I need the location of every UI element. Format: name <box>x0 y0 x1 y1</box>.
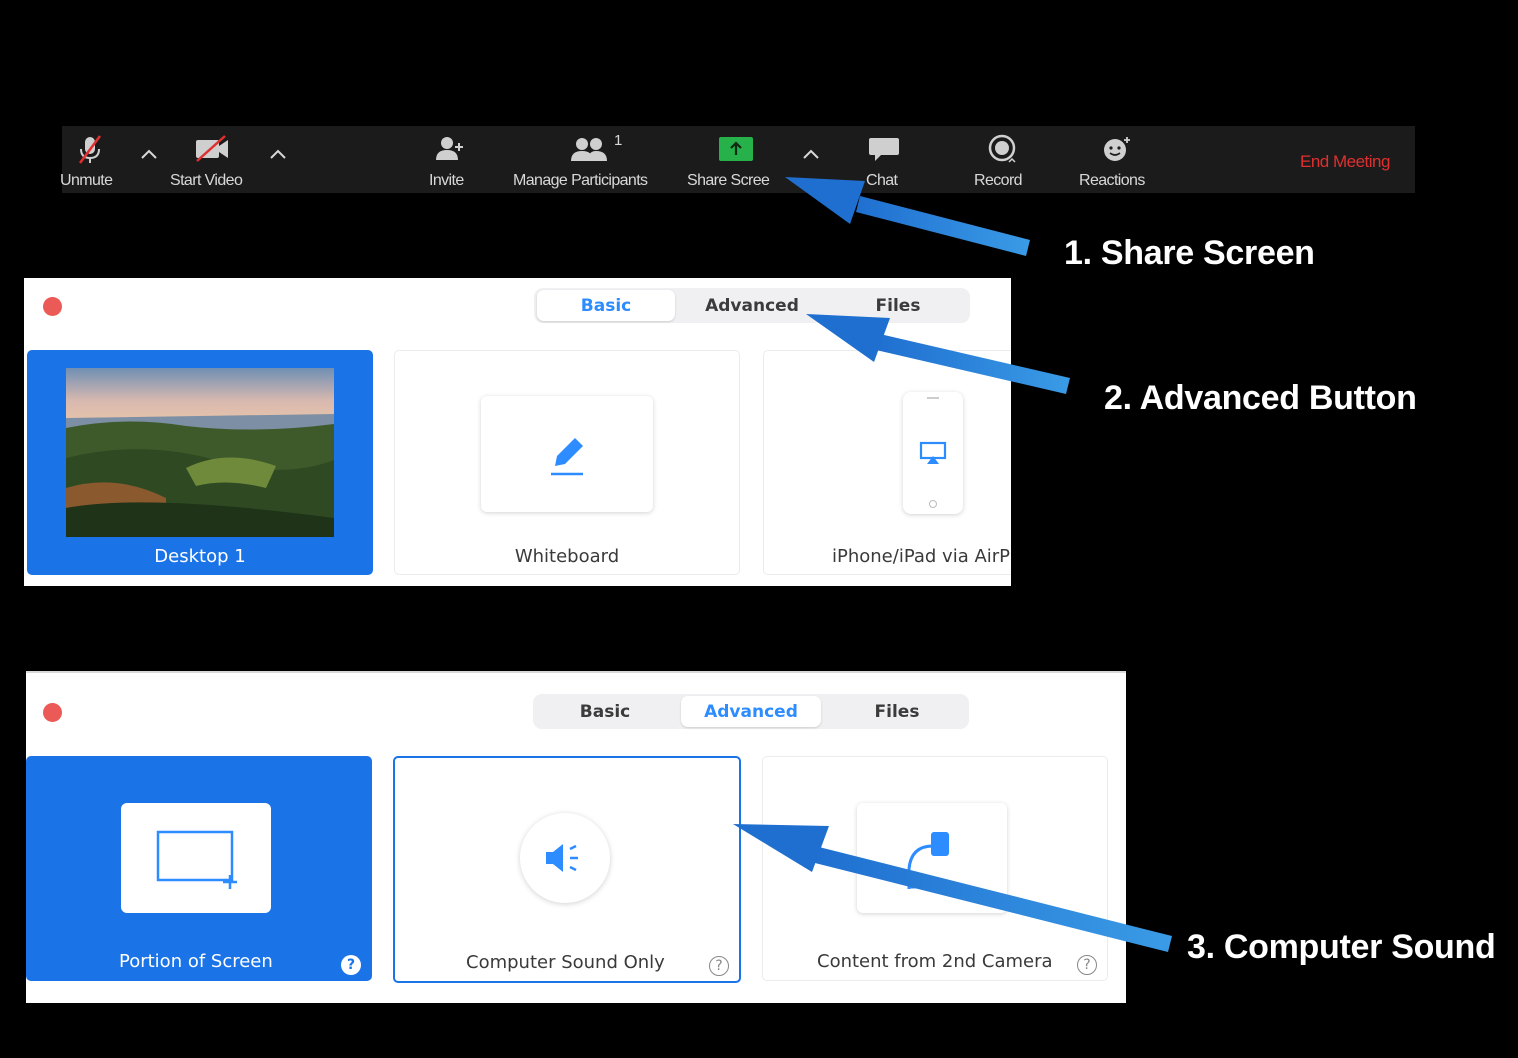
annotation-arrows <box>733 177 1172 952</box>
callout-share-screen: 1. Share Screen <box>1064 234 1315 272</box>
callout-advanced-button: 2. Advanced Button <box>1104 379 1417 417</box>
callout-computer-sound: 3. Computer Sound <box>1187 928 1496 966</box>
arrow-to-share-screen <box>785 177 1030 256</box>
arrow-to-computer-sound <box>733 824 1172 952</box>
arrow-to-advanced-button <box>806 314 1070 394</box>
